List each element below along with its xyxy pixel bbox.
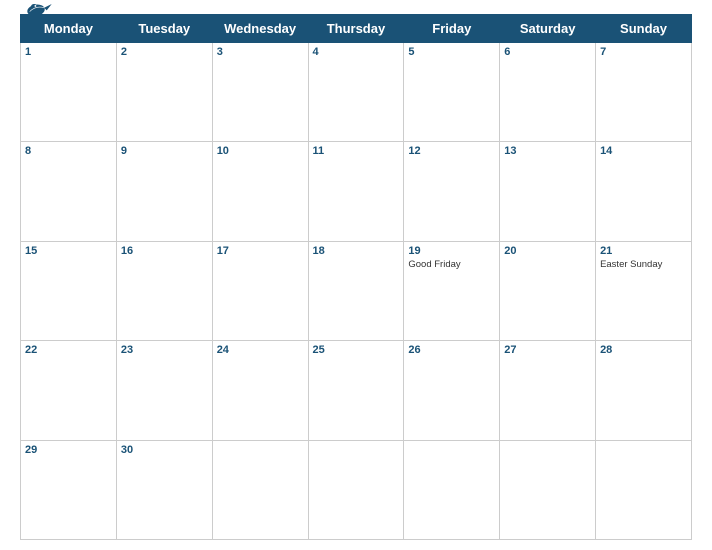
- calendar-cell: 14: [596, 142, 692, 241]
- weekday-header-thursday: Thursday: [308, 15, 404, 43]
- day-number: 21: [600, 245, 687, 257]
- weekday-header-row: MondayTuesdayWednesdayThursdayFridaySatu…: [21, 15, 692, 43]
- calendar-cell: 8: [21, 142, 117, 241]
- calendar-cell: [404, 440, 500, 539]
- day-number: 27: [504, 344, 591, 356]
- calendar-cell: 24: [212, 341, 308, 440]
- day-number: 24: [217, 344, 304, 356]
- day-number: 18: [313, 245, 400, 257]
- calendar-cell: 23: [116, 341, 212, 440]
- calendar-cell: 22: [21, 341, 117, 440]
- day-number: 17: [217, 245, 304, 257]
- weekday-header-wednesday: Wednesday: [212, 15, 308, 43]
- calendar-cell: 19 Good Friday: [404, 241, 500, 340]
- day-number: 5: [408, 46, 495, 58]
- calendar-cell: 21 Easter Sunday: [596, 241, 692, 340]
- day-number: 11: [313, 145, 400, 157]
- calendar-cell: 28: [596, 341, 692, 440]
- day-number: 10: [217, 145, 304, 157]
- day-number: 7: [600, 46, 687, 58]
- day-number: 13: [504, 145, 591, 157]
- calendar-cell: [500, 440, 596, 539]
- calendar-cell: 17: [212, 241, 308, 340]
- calendar-cell: 20: [500, 241, 596, 340]
- day-number: 16: [121, 245, 208, 257]
- calendar-cell: 1: [21, 43, 117, 142]
- week-row-2: 89 10 11 12 13 14: [21, 142, 692, 241]
- day-number: 20: [504, 245, 591, 257]
- day-number: 8: [25, 145, 112, 157]
- calendar-cell: 11: [308, 142, 404, 241]
- day-number: 22: [25, 344, 112, 356]
- day-number: 19: [408, 245, 495, 257]
- day-number: 4: [313, 46, 400, 58]
- logo-icon: [20, 0, 52, 21]
- calendar-cell: 16: [116, 241, 212, 340]
- calendar-cell: 15: [21, 241, 117, 340]
- calendar-cell: 29: [21, 440, 117, 539]
- day-number: 23: [121, 344, 208, 356]
- calendar-cell: 9: [116, 142, 212, 241]
- calendar-cell: 2: [116, 43, 212, 142]
- week-row-1: 1234567: [21, 43, 692, 142]
- day-number: 3: [217, 46, 304, 58]
- weekday-header-saturday: Saturday: [500, 15, 596, 43]
- calendar-cell: 4: [308, 43, 404, 142]
- calendar-cell: 26: [404, 341, 500, 440]
- day-number: 2: [121, 46, 208, 58]
- day-number: 14: [600, 145, 687, 157]
- calendar-cell: 30: [116, 440, 212, 539]
- day-number: 29: [25, 444, 112, 456]
- day-number: 28: [600, 344, 687, 356]
- day-number: 6: [504, 46, 591, 58]
- calendar-cell: [596, 440, 692, 539]
- calendar-cell: 25: [308, 341, 404, 440]
- weekday-header-sunday: Sunday: [596, 15, 692, 43]
- week-row-3: 15 16 17 18 19 Good Friday 20 21 Easter Sunday: [21, 241, 692, 340]
- calendar-cell: 6: [500, 43, 596, 142]
- week-row-4: 22 23 24 25 26 27 28: [21, 341, 692, 440]
- logo: [20, 0, 52, 21]
- holiday-label: Good Friday: [408, 259, 495, 270]
- calendar-cell: 18: [308, 241, 404, 340]
- calendar-table: MondayTuesdayWednesdayThursdayFridaySatu…: [20, 14, 692, 540]
- calendar-cell: 27: [500, 341, 596, 440]
- holiday-label: Easter Sunday: [600, 259, 687, 270]
- weekday-header-friday: Friday: [404, 15, 500, 43]
- day-number: 15: [25, 245, 112, 257]
- calendar-cell: 5: [404, 43, 500, 142]
- day-number: 1: [25, 46, 112, 58]
- day-number: 12: [408, 145, 495, 157]
- calendar-cell: 13: [500, 142, 596, 241]
- calendar-cell: 10: [212, 142, 308, 241]
- calendar-cell: 12: [404, 142, 500, 241]
- weekday-header-tuesday: Tuesday: [116, 15, 212, 43]
- calendar-cell: 7: [596, 43, 692, 142]
- week-row-5: 29 30: [21, 440, 692, 539]
- day-number: 26: [408, 344, 495, 356]
- day-number: 25: [313, 344, 400, 356]
- day-number: 9: [121, 145, 208, 157]
- calendar-cell: 3: [212, 43, 308, 142]
- day-number: 30: [121, 444, 208, 456]
- calendar-cell: [308, 440, 404, 539]
- calendar-cell: [212, 440, 308, 539]
